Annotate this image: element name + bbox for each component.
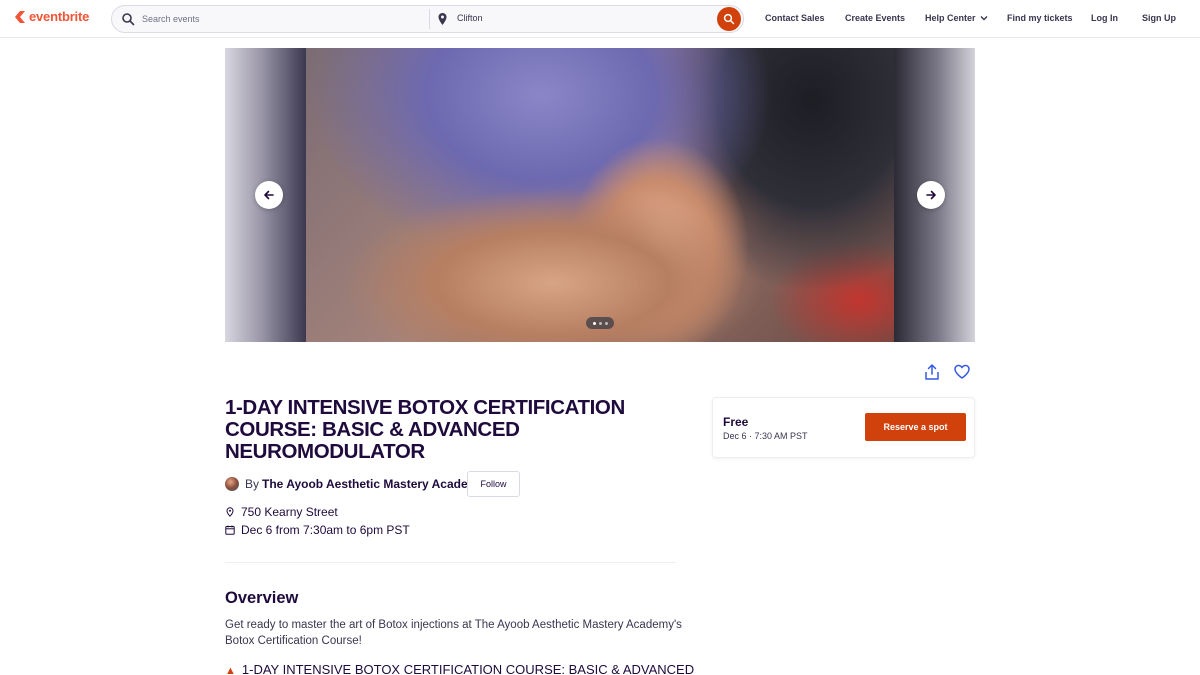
nav-contact-sales[interactable]: Contact Sales (765, 13, 825, 23)
nav-sign-up[interactable]: Sign Up (1142, 13, 1176, 23)
event-location: 750 Kearny Street (241, 505, 338, 519)
location-input[interactable]: Clifton (457, 13, 483, 23)
nav-create-events[interactable]: Create Events (845, 13, 905, 23)
arrow-right-icon (926, 190, 936, 200)
eventbrite-logo[interactable]: eventbrite (14, 9, 89, 24)
heart-icon[interactable] (953, 363, 971, 381)
logo-text: eventbrite (29, 9, 90, 24)
event-image-carousel (225, 48, 975, 342)
search-input[interactable] (142, 10, 422, 28)
share-icon[interactable] (923, 363, 941, 381)
carousel-dot[interactable] (592, 321, 596, 325)
event-location-row: 750 Kearny Street (225, 505, 338, 519)
search-button[interactable] (717, 7, 741, 31)
event-date-row: Dec 6 from 7:30am to 6pm PST (225, 523, 410, 537)
organizer-avatar[interactable] (225, 477, 239, 491)
event-datetime: Dec 6 from 7:30am to 6pm PST (241, 523, 410, 537)
by-label: By (245, 477, 260, 491)
event-title: 1-DAY INTENSIVE BOTOX CERTIFICATION COUR… (225, 396, 625, 463)
nav-help-center[interactable]: Help Center (925, 13, 988, 23)
overview-heading: Overview (225, 589, 299, 607)
arrow-left-icon (264, 190, 274, 200)
search-bar: Clifton (111, 5, 744, 33)
search-icon (122, 13, 135, 26)
organizer-row: By The Ayoob Aesthetic Mastery Academy (225, 471, 485, 497)
nav-find-tickets[interactable]: Find my tickets (1007, 13, 1073, 23)
follow-button[interactable]: Follow (467, 471, 520, 497)
nav-help-center-label: Help Center (925, 13, 976, 23)
event-hero-image (306, 48, 894, 342)
overview-paragraph: Get ready to master the art of Botox inj… (225, 619, 682, 647)
calendar-icon (225, 525, 235, 535)
carousel-indicator (586, 317, 614, 329)
location-pin-icon (226, 507, 234, 517)
carousel-dot[interactable] (598, 321, 602, 325)
ticket-card: Free Dec 6 · 7:30 AM PST Reserve a spot (712, 397, 975, 458)
search-divider (429, 9, 430, 29)
location-pin-icon (438, 13, 447, 25)
carousel-dot[interactable] (604, 321, 608, 325)
ticket-date: Dec 6 · 7:30 AM PST (723, 431, 808, 441)
carousel-next-button[interactable] (917, 181, 945, 209)
ticket-price: Free (723, 415, 749, 429)
search-icon (723, 13, 735, 25)
rocket-icon: ▲ (225, 665, 236, 675)
nav-log-in[interactable]: Log In (1091, 13, 1118, 23)
overview-subheading: ▲ 1-DAY INTENSIVE BOTOX CERTIFICATION COU… (225, 662, 694, 675)
organizer-name-link[interactable]: The Ayoob Aesthetic Mastery Academy (262, 477, 485, 491)
top-nav-bar: eventbrite Clifton Contact Sales Create … (0, 0, 1200, 38)
carousel-prev-button[interactable] (255, 181, 283, 209)
chevron-down-icon (980, 16, 988, 21)
overview-subheading-text: 1-DAY INTENSIVE BOTOX CERTIFICATION COUR… (241, 662, 695, 675)
section-divider (225, 562, 676, 563)
reserve-spot-button[interactable]: Reserve a spot (865, 413, 966, 441)
eventbrite-logo-icon (15, 10, 25, 23)
